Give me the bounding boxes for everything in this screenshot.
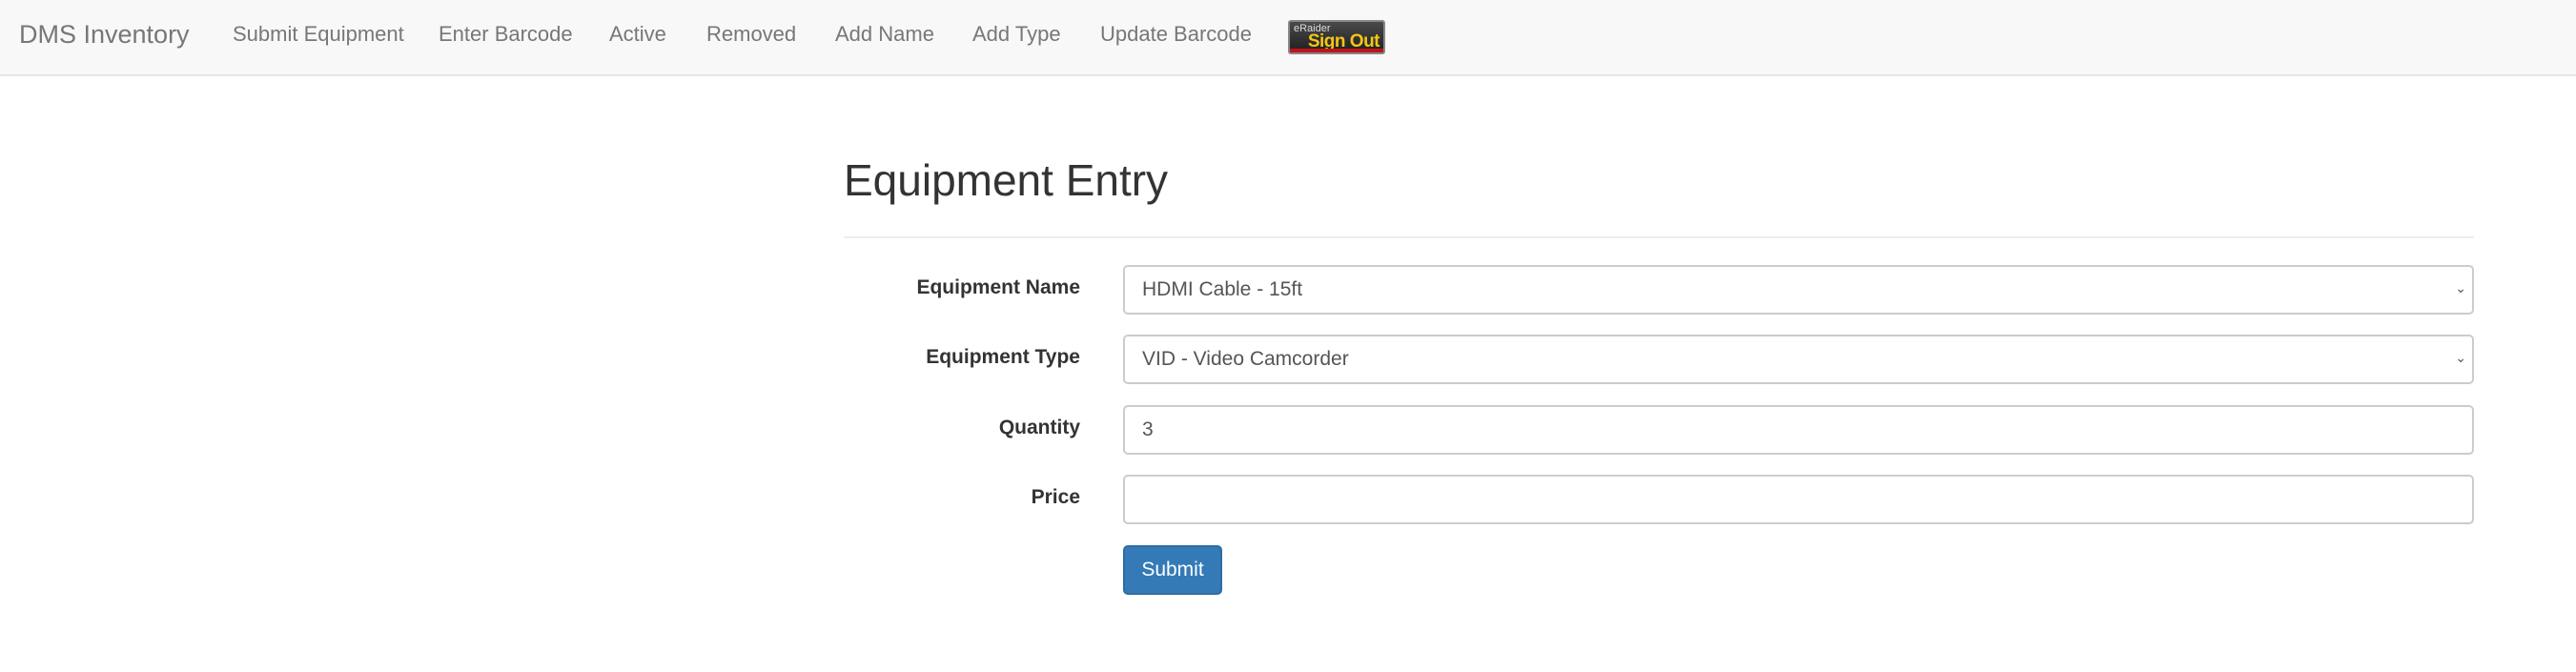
page-title: Equipment Entry <box>844 155 1169 205</box>
equipment-type-select[interactable]: VID - Video Camcorder ⌄ <box>1123 335 2474 384</box>
equipment-name-value: HDMI Cable - 15ft <box>1142 278 1303 300</box>
quantity-value: 3 <box>1142 418 1154 440</box>
nav-add-name[interactable]: Add Name <box>835 0 934 69</box>
price-label: Price <box>1031 486 1080 508</box>
nav-active[interactable]: Active <box>609 0 666 69</box>
top-navbar: DMS Inventory Submit Equipment Enter Bar… <box>0 0 2576 76</box>
equipment-name-select[interactable]: HDMI Cable - 15ft ⌄ <box>1123 265 2474 315</box>
equipment-name-label: Equipment Name <box>916 276 1080 298</box>
price-input[interactable] <box>1123 475 2474 524</box>
equipment-type-label: Equipment Type <box>926 346 1080 368</box>
equipment-type-value: VID - Video Camcorder <box>1142 348 1349 370</box>
quantity-input[interactable]: 3 <box>1123 405 2474 455</box>
nav-update-barcode[interactable]: Update Barcode <box>1100 0 1252 69</box>
chevron-down-icon: ⌄ <box>2455 280 2466 295</box>
nav-add-type[interactable]: Add Type <box>972 0 1061 69</box>
sign-out-button[interactable]: eRaider Sign Out <box>1288 20 1385 54</box>
nav-removed[interactable]: Removed <box>706 0 796 69</box>
submit-button[interactable]: Submit <box>1123 545 1222 595</box>
chevron-down-icon: ⌄ <box>2455 350 2466 365</box>
nav-enter-barcode[interactable]: Enter Barcode <box>439 0 573 69</box>
signout-accent-bar <box>1290 49 1383 52</box>
title-divider <box>844 236 2474 238</box>
nav-submit-equipment[interactable]: Submit Equipment <box>233 0 404 69</box>
brand-link[interactable]: DMS Inventory <box>19 0 190 69</box>
quantity-label: Quantity <box>998 417 1080 438</box>
